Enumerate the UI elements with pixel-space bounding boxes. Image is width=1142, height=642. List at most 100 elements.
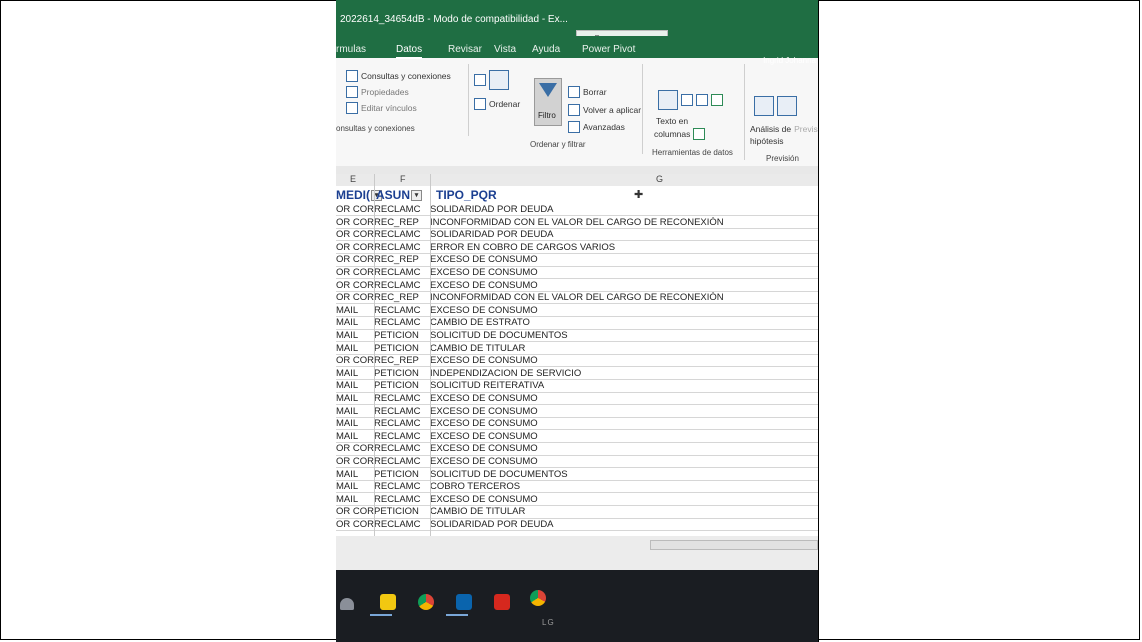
cell-asunto[interactable]: PETICION	[374, 380, 430, 391]
cell-medio[interactable]: MAIL	[336, 393, 374, 404]
propiedades-button[interactable]: Propiedades	[346, 86, 409, 98]
cell-asunto[interactable]: RECLAMC	[374, 431, 430, 442]
tab-revisar[interactable]: Revisar	[448, 44, 482, 55]
ordenar-button[interactable]: Ordenar	[474, 98, 520, 110]
table-row[interactable]: MAIL RECLAMC EXCESO DE CONSUMO	[336, 406, 818, 418]
cell-asunto[interactable]: RECLAMC	[374, 406, 430, 417]
cell-tipo-pqr[interactable]: INCONFORMIDAD CON EL VALOR DEL CARGO DE …	[430, 217, 818, 228]
column-letter-g[interactable]: G	[656, 174, 663, 184]
sheet-grid[interactable]: OR COR RECLAMC SOLIDARIDAD POR DEUDA OR COR…	[336, 204, 818, 536]
cell-tipo-pqr[interactable]: INCONFORMIDAD CON EL VALOR DEL CARGO DE …	[430, 292, 818, 303]
column-letter-e[interactable]: E	[350, 174, 356, 184]
table-row[interactable]: MAIL RECLAMC EXCESO DE CONSUMO	[336, 431, 818, 443]
tab-formulas[interactable]: rmulas	[336, 44, 366, 55]
cell-medio[interactable]: OR COR	[336, 506, 374, 517]
cell-asunto[interactable]: REC_REP	[374, 355, 430, 366]
sticky-notes-icon[interactable]	[380, 594, 396, 610]
cell-asunto[interactable]: RECLAMC	[374, 393, 430, 404]
table-row[interactable]: MAIL PETICION SOLICITUD REITERATIVA	[336, 380, 818, 393]
tab-datos[interactable]: Datos	[396, 44, 423, 59]
cell-asunto[interactable]: RECLAMC	[374, 305, 430, 316]
cell-asunto[interactable]: PETICION	[374, 469, 430, 480]
cell-medio[interactable]: OR COR	[336, 443, 374, 454]
cell-asunto[interactable]: PETICION	[374, 343, 430, 354]
cell-asunto[interactable]: RECLAMC	[374, 443, 430, 454]
cell-asunto[interactable]: RECLAMC	[374, 229, 430, 240]
cell-asunto[interactable]: RECLAMC	[374, 418, 430, 429]
cell-tipo-pqr[interactable]: EXCESO DE CONSUMO	[430, 393, 818, 404]
table-row[interactable]: OR COR PETICION CAMBIO DE TITULAR	[336, 506, 818, 519]
table-row[interactable]: OR COR RECLAMC EXCESO DE CONSUMO	[336, 443, 818, 456]
cell-medio[interactable]: OR COR	[336, 242, 374, 253]
table-row[interactable]: OR COR RECLAMC SOLIDARIDAD POR DEUDA	[336, 229, 818, 242]
chrome-icon[interactable]	[418, 594, 434, 610]
filter-dropdown-icon[interactable]: ▾	[411, 190, 423, 202]
table-row[interactable]: OR COR RECLAMC EXCESO DE CONSUMO	[336, 267, 818, 280]
cell-medio[interactable]: OR COR	[336, 280, 374, 291]
cell-tipo-pqr[interactable]: EXCESO DE CONSUMO	[430, 443, 818, 454]
analisis-hipotesis-button[interactable]: Análisis de Previsión	[750, 124, 818, 134]
cell-tipo-pqr[interactable]: SOLIDARIDAD POR DEUDA	[430, 229, 818, 240]
cell-tipo-pqr[interactable]: EXCESO DE CONSUMO	[430, 305, 818, 316]
cell-asunto[interactable]: PETICION	[374, 506, 430, 517]
cell-tipo-pqr[interactable]: EXCESO DE CONSUMO	[430, 418, 818, 429]
cell-medio[interactable]: MAIL	[336, 469, 374, 480]
table-row[interactable]: MAIL PETICION CAMBIO DE TITULAR	[336, 343, 818, 355]
cell-tipo-pqr[interactable]: SOLIDARIDAD POR DEUDA	[430, 519, 818, 530]
cell-medio[interactable]: OR COR	[336, 217, 374, 228]
cell-asunto[interactable]: PETICION	[374, 368, 430, 379]
editar-vinculos-button[interactable]: Editar vínculos	[346, 102, 417, 114]
cell-medio[interactable]: MAIL	[336, 481, 374, 492]
table-row[interactable]: OR COR REC_REP EXCESO DE CONSUMO	[336, 254, 818, 267]
table-row[interactable]: OR COR RECLAMC SOLIDARIDAD POR DEUDA	[336, 519, 818, 532]
cell-asunto[interactable]: RECLAMC	[374, 494, 430, 505]
cell-tipo-pqr[interactable]: EXCESO DE CONSUMO	[430, 355, 818, 366]
table-row[interactable]: OR COR REC_REP EXCESO DE CONSUMO	[336, 355, 818, 368]
cell-medio[interactable]: MAIL	[336, 368, 374, 379]
cell-tipo-pqr[interactable]: SOLICITUD REITERATIVA	[430, 380, 818, 391]
cell-medio[interactable]: MAIL	[336, 317, 374, 328]
cell-asunto[interactable]: REC_REP	[374, 254, 430, 265]
borrar-button[interactable]: Borrar	[568, 86, 607, 98]
table-row[interactable]: MAIL RECLAMC EXCESO DE CONSUMO	[336, 418, 818, 431]
table-row[interactable]: OR COR RECLAMC EXCESO DE CONSUMO	[336, 456, 818, 469]
chrome-icon[interactable]	[530, 590, 546, 606]
cell-asunto[interactable]: RECLAMC	[374, 204, 430, 215]
cell-medio[interactable]: OR COR	[336, 456, 374, 467]
filtro-button[interactable]: Filtro	[534, 78, 562, 126]
cell-tipo-pqr[interactable]: SOLICITUD DE DOCUMENTOS	[430, 469, 818, 480]
tab-vista[interactable]: Vista	[494, 44, 516, 55]
cell-medio[interactable]: MAIL	[336, 330, 374, 341]
cell-medio[interactable]: OR COR	[336, 519, 374, 530]
cell-tipo-pqr[interactable]: EXCESO DE CONSUMO	[430, 406, 818, 417]
acrobat-icon[interactable]	[494, 594, 510, 610]
sort-az-button[interactable]	[474, 70, 509, 90]
column-letter-f[interactable]: F	[400, 174, 406, 184]
table-row[interactable]: MAIL PETICION SOLICITUD DE DOCUMENTOS	[336, 330, 818, 343]
user-name[interactable]: Ingrid Johanna	[763, 56, 816, 65]
cell-medio[interactable]: OR COR	[336, 292, 374, 303]
cell-asunto[interactable]: REC_REP	[374, 217, 430, 228]
table-row[interactable]: OR COR RECLAMC EXCESO DE CONSUMO	[336, 280, 818, 292]
table-row[interactable]: MAIL RECLAMC COBRO TERCEROS	[336, 481, 818, 494]
wifi-icon[interactable]	[340, 598, 354, 610]
cell-tipo-pqr[interactable]: CAMBIO DE TITULAR	[430, 343, 818, 354]
table-row[interactable]: MAIL PETICION INDEPENDIZACION DE SERVICIO	[336, 368, 818, 380]
cell-tipo-pqr[interactable]: EXCESO DE CONSUMO	[430, 280, 818, 291]
cell-tipo-pqr[interactable]: SOLIDARIDAD POR DEUDA	[430, 204, 818, 215]
cell-asunto[interactable]: PETICION	[374, 330, 430, 341]
cell-asunto[interactable]: REC_REP	[374, 292, 430, 303]
avanzadas-button[interactable]: Avanzadas	[568, 121, 625, 133]
cell-medio[interactable]: OR COR	[336, 229, 374, 240]
table-row[interactable]: MAIL RECLAMC EXCESO DE CONSUMO	[336, 305, 818, 317]
cell-medio[interactable]: MAIL	[336, 305, 374, 316]
table-row[interactable]: MAIL RECLAMC EXCESO DE CONSUMO	[336, 393, 818, 406]
cell-medio[interactable]: MAIL	[336, 406, 374, 417]
volver-aplicar-button[interactable]: Volver a aplicar	[568, 104, 641, 116]
table-row[interactable]: MAIL PETICION SOLICITUD DE DOCUMENTOS	[336, 469, 818, 481]
cell-medio[interactable]: MAIL	[336, 380, 374, 391]
cell-medio[interactable]: MAIL	[336, 418, 374, 429]
cell-medio[interactable]: MAIL	[336, 343, 374, 354]
cell-asunto[interactable]: RECLAMC	[374, 242, 430, 253]
cell-tipo-pqr[interactable]: EXCESO DE CONSUMO	[430, 254, 818, 265]
